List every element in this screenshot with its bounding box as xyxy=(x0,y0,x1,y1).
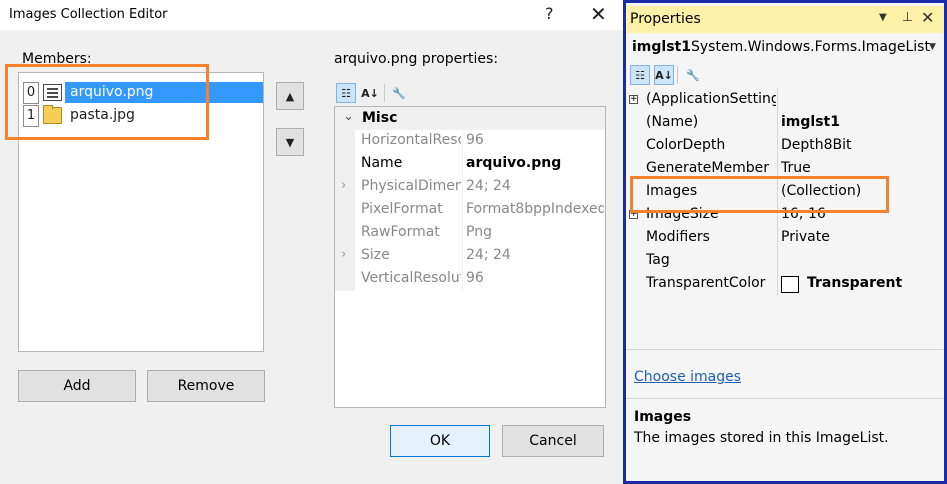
property-row-physicaldimension[interactable]: › PhysicalDimens 24; 24 xyxy=(335,176,605,199)
property-key: HorizontalResc xyxy=(361,132,461,148)
move-down-button[interactable]: ▼ xyxy=(276,128,304,156)
property-key: Size xyxy=(361,247,390,263)
property-value[interactable]: True xyxy=(781,160,941,176)
property-row-applicationsettings[interactable]: + (ApplicationSetting xyxy=(626,89,944,112)
property-key: Modifiers xyxy=(646,229,710,245)
property-row-horizontalresolution[interactable]: HorizontalResc 96 xyxy=(335,130,605,153)
toolbar-separator xyxy=(384,84,385,102)
annotation-highlight-members xyxy=(5,64,209,140)
description-text: The images stored in this ImageList. xyxy=(634,430,889,446)
close-icon[interactable]: ✕ xyxy=(921,8,934,27)
property-row-name[interactable]: (Name) imglst1 xyxy=(626,112,944,135)
alphabetical-sort-icon[interactable]: A↓ xyxy=(360,83,380,103)
expand-plus-icon[interactable]: + xyxy=(629,95,638,104)
add-button[interactable]: Add xyxy=(18,370,136,402)
property-key: (Name) xyxy=(646,114,699,130)
property-key: RawFormat xyxy=(361,224,440,240)
property-key: PhysicalDimens xyxy=(361,178,461,194)
categorized-view-icon[interactable]: ☷ xyxy=(336,83,356,103)
property-key: (ApplicationSetting xyxy=(646,91,776,107)
description-title: Images xyxy=(634,409,692,425)
property-row-modifiers[interactable]: Modifiers Private xyxy=(626,227,944,250)
toolbar-separator xyxy=(677,66,678,84)
property-key: Name xyxy=(361,155,403,171)
selected-object-type: System.Windows.Forms.ImageList xyxy=(691,39,930,55)
property-key: PixelFormat xyxy=(361,201,443,217)
property-value: 96 xyxy=(466,132,484,148)
property-row-pixelformat[interactable]: PixelFormat Format8bppIndexed xyxy=(335,199,605,222)
categorized-view-icon[interactable]: ☷ xyxy=(630,65,650,85)
description-divider xyxy=(626,398,944,399)
selected-object-name: imglst1 xyxy=(632,39,691,55)
property-key: Tag xyxy=(646,252,670,268)
property-row-size[interactable]: › Size 24; 24 xyxy=(335,245,605,268)
commands-divider xyxy=(626,349,944,350)
property-value: 24; 24 xyxy=(466,178,511,194)
help-icon[interactable]: ? xyxy=(545,4,554,23)
ok-button[interactable]: OK xyxy=(390,425,490,457)
property-key: GenerateMember xyxy=(646,160,769,176)
property-value[interactable]: Private xyxy=(781,229,941,245)
property-key: VerticalResoluti xyxy=(361,270,461,286)
property-value: 24; 24 xyxy=(466,247,511,263)
property-key: ColorDepth xyxy=(646,137,726,153)
window-position-dropdown-icon[interactable]: ▼ xyxy=(879,12,887,23)
category-label: Misc xyxy=(362,110,398,126)
property-row-verticalresolution[interactable]: VerticalResoluti 96 xyxy=(335,268,605,291)
properties-panel-title: Properties xyxy=(630,11,701,27)
close-icon[interactable]: ✕ xyxy=(590,2,607,26)
dialog-title: Images Collection Editor xyxy=(9,7,168,22)
item-properties-label: arquivo.png properties: xyxy=(334,51,499,67)
choose-images-link[interactable]: Choose images xyxy=(634,369,741,385)
color-swatch xyxy=(781,276,799,293)
property-row-name[interactable]: Name arquivo.png xyxy=(335,153,605,176)
property-row-tag[interactable]: Tag xyxy=(626,250,944,273)
property-value[interactable]: Depth8Bit xyxy=(781,137,941,153)
remove-button[interactable]: Remove xyxy=(147,370,265,402)
image-property-grid[interactable]: ⌄ Misc HorizontalResc 96 Name arquivo.pn… xyxy=(334,106,606,408)
property-pages-wrench-icon[interactable]: 🔧 xyxy=(683,65,703,85)
cancel-button[interactable]: Cancel xyxy=(502,425,604,457)
property-value[interactable]: Transparent xyxy=(807,275,947,291)
annotation-highlight-images-property xyxy=(630,176,889,213)
property-pages-wrench-icon[interactable]: 🔧 xyxy=(389,83,409,103)
property-value: Png xyxy=(466,224,492,240)
chevron-down-icon[interactable]: ⌄ xyxy=(343,109,354,124)
property-value[interactable]: imglst1 xyxy=(781,114,941,130)
arrow-up-icon: ▲ xyxy=(285,89,295,103)
property-value: Format8bppIndexed xyxy=(466,201,604,217)
property-value: 96 xyxy=(466,270,484,286)
arrow-down-icon: ▼ xyxy=(285,135,295,149)
property-key: TransparentColor xyxy=(646,275,766,291)
chevron-right-icon[interactable]: › xyxy=(341,247,346,262)
property-value[interactable]: arquivo.png xyxy=(466,155,604,171)
move-up-button[interactable]: ▲ xyxy=(276,82,304,110)
pin-icon[interactable]: ⊥ xyxy=(902,10,913,25)
category-row-misc[interactable]: ⌄ Misc xyxy=(335,107,605,130)
chevron-down-icon[interactable]: ▼ xyxy=(929,42,936,52)
property-row-transparentcolor[interactable]: TransparentColor Transparent xyxy=(626,273,944,296)
chevron-right-icon[interactable]: › xyxy=(341,178,346,193)
alphabetical-sort-icon[interactable]: A↓ xyxy=(654,65,674,85)
property-row-colordepth[interactable]: ColorDepth Depth8Bit xyxy=(626,135,944,158)
property-row-rawformat[interactable]: RawFormat Png xyxy=(335,222,605,245)
